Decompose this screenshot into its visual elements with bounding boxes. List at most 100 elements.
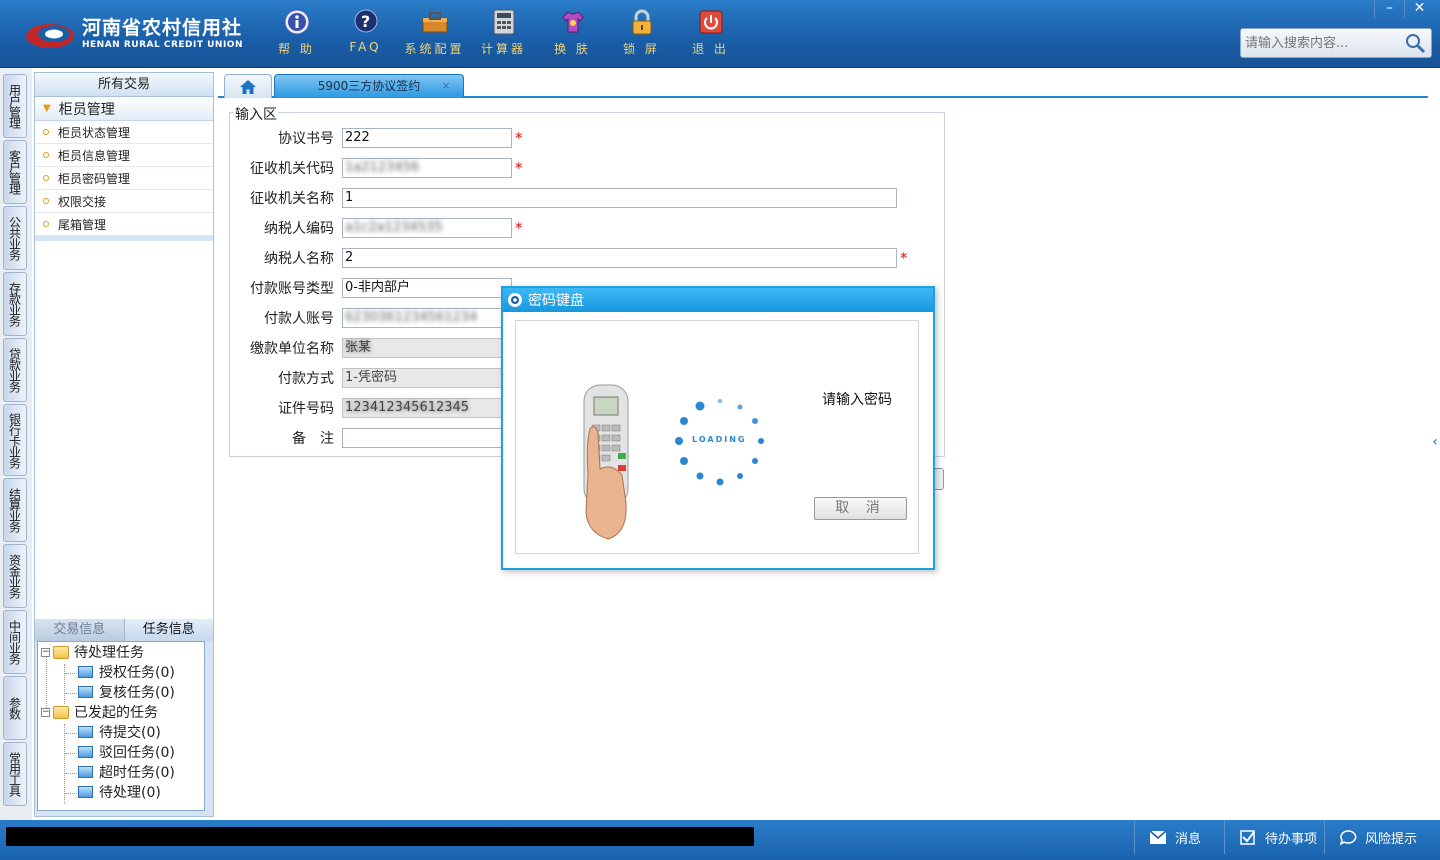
vnav-public-business[interactable]: 公共业务 xyxy=(3,206,27,270)
messages-label: 消息 xyxy=(1175,831,1202,847)
logo-english-text: HENAN RURAL CREDIT UNION xyxy=(82,40,243,50)
id-no-label: 证件号码 xyxy=(278,401,334,417)
todo-label: 待办事项 xyxy=(1265,831,1318,847)
exit-button[interactable]: 退 出 xyxy=(676,8,745,57)
remark-label: 备 注 xyxy=(292,431,334,447)
payer-account-field[interactable]: 6230361234561234 xyxy=(342,308,512,328)
checkbox-icon xyxy=(1240,829,1255,845)
collapse-right-panel-icon[interactable]: ‹ xyxy=(1430,420,1440,464)
menu-group-teller-management[interactable]: ▼ 柜员管理 xyxy=(35,97,213,121)
account-type-select[interactable]: 0-非内部户 xyxy=(342,278,512,298)
menu-item-teller-status[interactable]: 柜员状态管理 xyxy=(35,121,213,144)
tab-tripartite-agreement[interactable]: 5900三方协议签约 × xyxy=(274,74,464,98)
tree-node-to-process[interactable]: 待处理(0) xyxy=(78,782,161,802)
search-icon[interactable] xyxy=(1403,32,1427,54)
panel-title: 所有交易 xyxy=(35,73,213,97)
list-icon xyxy=(78,766,93,778)
payer-account-label: 付款人账号 xyxy=(264,311,334,327)
risk-alert-button[interactable]: 风险提示 xyxy=(1324,820,1440,854)
vnav-customer-management[interactable]: 客户管理 xyxy=(3,140,27,204)
menu-item-label: 权限交接 xyxy=(58,194,107,209)
vnav-card-business[interactable]: 银行卡业务 xyxy=(3,404,27,476)
search-input[interactable] xyxy=(1241,29,1401,57)
required-mark: * xyxy=(900,249,908,267)
menu-item-permission-handover[interactable]: 权限交接 xyxy=(35,190,213,213)
org-code-field[interactable]: 1a2123456 xyxy=(342,158,512,178)
row-remark: 备 注 xyxy=(230,427,512,449)
help-button[interactable]: 帮 助 xyxy=(262,8,331,57)
messages-button[interactable]: 消息 xyxy=(1134,820,1224,854)
close-tab-icon[interactable]: × xyxy=(439,79,453,93)
list-icon xyxy=(78,726,93,738)
taxpayer-name-label: 纳税人名称 xyxy=(264,251,334,267)
taxpayer-code-label: 纳税人编码 xyxy=(264,221,334,237)
window-controls: – ✕ xyxy=(1374,0,1434,18)
org-code-label: 征收机关代码 xyxy=(250,161,334,177)
tree-line xyxy=(65,693,77,694)
tab-transaction-info[interactable]: 交易信息 xyxy=(35,619,124,641)
panel-empty-area xyxy=(35,241,213,619)
logo-chinese-text: 河南省农村信用社 xyxy=(82,17,243,39)
minimize-button[interactable]: – xyxy=(1374,0,1404,18)
tree-node-timeout[interactable]: 超时任务(0) xyxy=(78,762,175,782)
taxpayer-name-field[interactable]: 2 xyxy=(342,248,897,268)
status-message-area xyxy=(6,827,754,846)
cancel-button[interactable]: 取 消 xyxy=(814,497,907,520)
tree-node-rejected[interactable]: 驳回任务(0) xyxy=(78,742,175,762)
tree-node-to-submit[interactable]: 待提交(0) xyxy=(78,722,161,742)
row-id-no: 证件号码 123412345612345 xyxy=(230,397,512,419)
tab-task-info[interactable]: 任务信息 xyxy=(123,619,213,641)
tree-node-initiated-tasks[interactable]: − 已发起的任务 xyxy=(41,702,158,722)
tree-node-review-tasks[interactable]: 复核任务(0) xyxy=(78,682,175,702)
vnav-label: 存款业务 xyxy=(7,282,22,326)
tree-node-label: 授权任务(0) xyxy=(99,665,175,681)
tree-node-auth-tasks[interactable]: 授权任务(0) xyxy=(78,662,175,682)
unit-name-field: 张某 xyxy=(342,338,512,358)
tab-home[interactable] xyxy=(224,74,272,98)
agreement-no-field[interactable]: 222 xyxy=(342,128,512,148)
remark-field[interactable] xyxy=(342,428,512,448)
vnav-settlement-business[interactable]: 结算业务 xyxy=(3,478,27,542)
vnav-fund-business[interactable]: 资金业务 xyxy=(3,544,27,608)
vnav-common-tools[interactable]: 常用工具 xyxy=(3,742,27,806)
todo-button[interactable]: 待办事项 xyxy=(1224,820,1324,854)
system-config-button[interactable]: 系统配置 xyxy=(400,8,469,57)
question-icon: ? xyxy=(352,8,380,36)
taxpayer-code-field[interactable]: a1c2a1234535 xyxy=(342,218,512,238)
calculator-label: 计算器 xyxy=(480,42,526,56)
lock-screen-button[interactable]: 锁 屏 xyxy=(607,8,676,57)
calculator-button[interactable]: 计算器 xyxy=(469,8,538,57)
menu-item-teller-password[interactable]: 柜员密码管理 xyxy=(35,167,213,190)
vnav-user-management[interactable]: 用户管理 xyxy=(3,74,27,138)
change-skin-button[interactable]: 换 肤 xyxy=(538,8,607,57)
loading-text: LOADING xyxy=(692,435,747,444)
vnav-parameters[interactable]: 参数 xyxy=(3,676,27,740)
tree-line xyxy=(65,673,77,674)
collapse-toggle-icon[interactable]: − xyxy=(41,707,50,717)
list-icon xyxy=(78,686,93,698)
vnav-loan-business[interactable]: 贷款业务 xyxy=(3,338,27,402)
power-icon xyxy=(697,8,725,36)
faq-button[interactable]: ? FAQ xyxy=(331,8,400,57)
vnav-intermediary-business[interactable]: 中间业务 xyxy=(3,610,27,674)
tree-node-label: 待处理任务 xyxy=(74,645,144,661)
vnav-deposit-business[interactable]: 存款业务 xyxy=(3,272,27,336)
tree-node-label: 待处理(0) xyxy=(99,785,161,801)
close-window-button[interactable]: ✕ xyxy=(1404,0,1434,18)
vnav-label: 用户管理 xyxy=(7,84,22,128)
tree-node-label: 超时任务(0) xyxy=(99,765,175,781)
risk-alert-label: 风险提示 xyxy=(1365,831,1418,847)
app-header: 河南省农村信用社 HENAN RURAL CREDIT UNION 帮 助 ? … xyxy=(0,0,1440,68)
account-type-label: 付款账号类型 xyxy=(250,281,334,297)
org-name-field[interactable]: 1 xyxy=(342,188,897,208)
vnav-label: 资金业务 xyxy=(7,554,22,598)
collapse-toggle-icon[interactable]: − xyxy=(41,647,50,657)
tree-node-pending-tasks[interactable]: − 待处理任务 xyxy=(41,642,144,662)
system-config-label: 系统配置 xyxy=(404,42,465,56)
tree-node-label: 已发起的任务 xyxy=(74,705,158,721)
dialog-body: LOADING 请输入密码 取 消 xyxy=(515,320,919,554)
menu-item-cash-box[interactable]: 尾箱管理 xyxy=(35,213,213,236)
vnav-label: 结算业务 xyxy=(7,488,22,532)
tree-line xyxy=(64,724,65,804)
menu-item-teller-info[interactable]: 柜员信息管理 xyxy=(35,144,213,167)
